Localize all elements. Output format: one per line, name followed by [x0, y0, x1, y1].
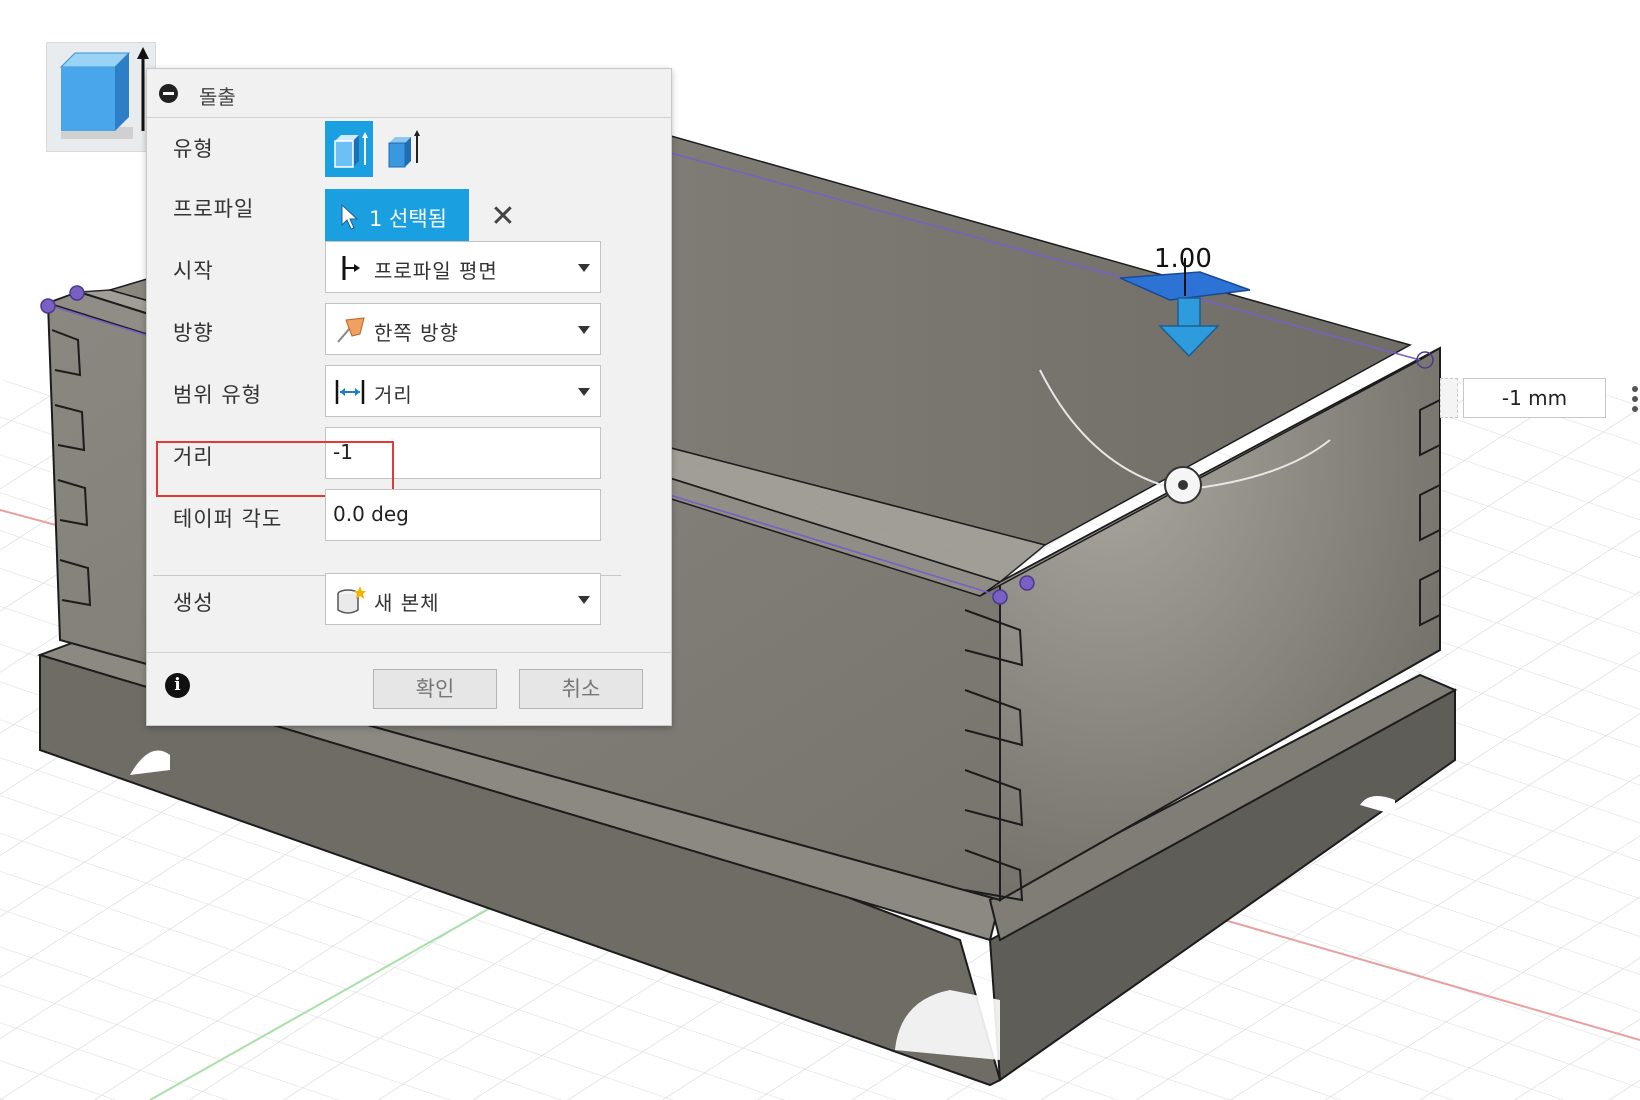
chevron-down-icon: [578, 596, 590, 604]
operation-label: 생성: [173, 591, 214, 615]
chevron-down-icon: [578, 264, 590, 272]
chevron-down-icon: [578, 326, 590, 334]
extent-type-label: 범위 유형: [173, 383, 262, 407]
taper-angle-label: 테이퍼 각도: [173, 507, 283, 531]
type-label: 유형: [173, 137, 214, 161]
profile-select-button[interactable]: 1 선택됨: [325, 189, 469, 245]
solid-extrude-icon[interactable]: [325, 121, 373, 177]
start-label: 시작: [173, 259, 214, 283]
thin-extrude-icon[interactable]: [379, 121, 427, 177]
dialog-footer: i 확인 취소: [147, 652, 671, 726]
cursor-arrow-icon: [341, 203, 359, 230]
distance-input-grip[interactable]: [1440, 378, 1458, 418]
cancel-button[interactable]: 취소: [519, 669, 643, 709]
extrude-tool-icon: [46, 42, 156, 152]
extent-type-value: 거리: [374, 383, 413, 407]
extent-type-dropdown[interactable]: 거리: [325, 365, 601, 417]
profile-label: 프로파일: [173, 197, 255, 221]
viewport-distance-input[interactable]: -1 mm: [1463, 378, 1606, 418]
dialog-title: 돌출: [199, 85, 236, 109]
operation-dropdown[interactable]: 새 본체: [325, 573, 601, 625]
viewport-dimension-label: 1.00: [1154, 244, 1212, 274]
direction-value: 한쪽 방향: [374, 321, 459, 345]
one-side-direction-icon: [337, 317, 365, 343]
operation-value: 새 본체: [374, 591, 440, 615]
start-value: 프로파일 평면: [374, 259, 498, 283]
distance-extent-icon: [335, 380, 365, 404]
info-icon[interactable]: i: [165, 673, 190, 698]
more-options-icon[interactable]: [1630, 384, 1640, 414]
dialog-header: 돌출: [147, 69, 671, 118]
collapse-icon[interactable]: [159, 84, 178, 103]
extrude-dialog: 돌출 유형 프로파일 1 선택됨 ✕ 시작 프로파일 평면 방향 한쪽 방향 범…: [146, 68, 672, 726]
profile-plane-icon: [342, 256, 360, 280]
clear-selection-icon[interactable]: ✕: [489, 197, 517, 237]
profile-selection-count: 1 선택됨: [369, 207, 447, 231]
direction-label: 방향: [173, 321, 214, 345]
new-body-icon: [337, 586, 366, 614]
taper-angle-input[interactable]: 0.0 deg: [325, 489, 601, 541]
start-dropdown[interactable]: 프로파일 평면: [325, 241, 601, 293]
ok-button[interactable]: 확인: [373, 669, 497, 709]
chevron-down-icon: [578, 388, 590, 396]
direction-dropdown[interactable]: 한쪽 방향: [325, 303, 601, 355]
